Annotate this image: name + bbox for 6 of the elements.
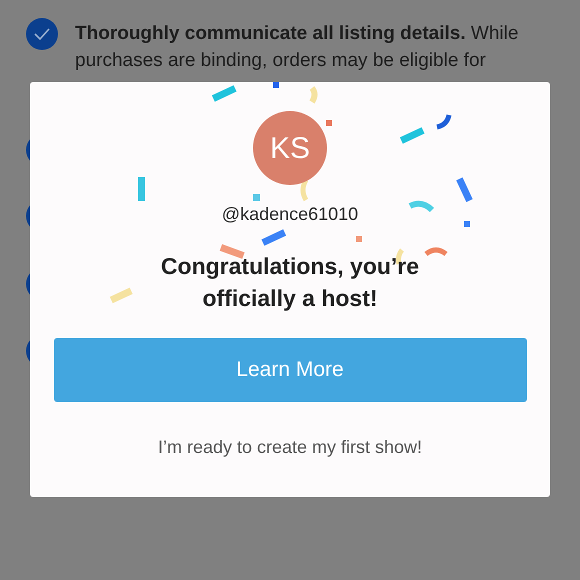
checkmark-icon xyxy=(34,28,50,40)
dialog-title: Congratulations, you’re officially a host! xyxy=(160,252,420,313)
username: @kadence61010 xyxy=(222,203,358,226)
avatar-initials: KS xyxy=(253,111,327,185)
listing-tip-text: Thoroughly communicate all listing details. While purchases are binding, orders may be eligible for xyxy=(75,22,520,73)
create-show-link[interactable]: I’m ready to create my first show! xyxy=(158,434,422,461)
